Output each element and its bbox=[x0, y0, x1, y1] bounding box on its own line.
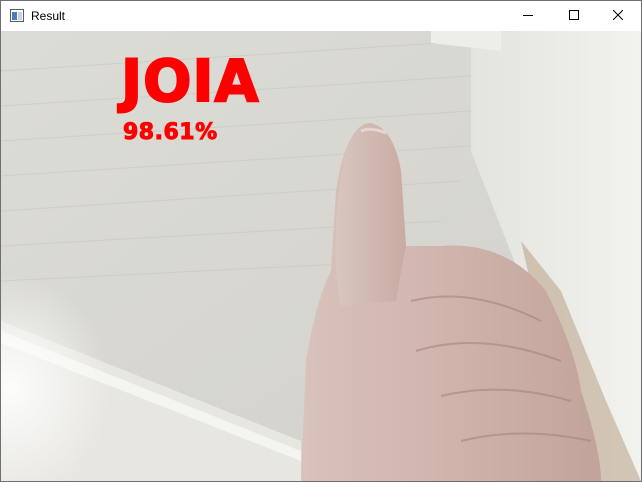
webcam-image bbox=[1, 31, 641, 481]
minimize-icon bbox=[523, 7, 533, 25]
maximize-icon bbox=[569, 7, 579, 25]
prediction-confidence: 98.61% bbox=[123, 120, 218, 145]
maximize-button[interactable] bbox=[551, 1, 597, 31]
title-bar[interactable]: Result bbox=[1, 1, 641, 31]
minimize-button[interactable] bbox=[505, 1, 551, 31]
close-icon bbox=[612, 7, 624, 25]
window-title: Result bbox=[31, 9, 66, 23]
close-button[interactable] bbox=[595, 1, 641, 31]
prediction-label: JOIA bbox=[120, 47, 260, 115]
app-window-icon bbox=[10, 9, 24, 22]
result-window: Result JOIA 98.61% bbox=[0, 0, 642, 482]
camera-frame: JOIA 98.61% bbox=[1, 31, 641, 481]
